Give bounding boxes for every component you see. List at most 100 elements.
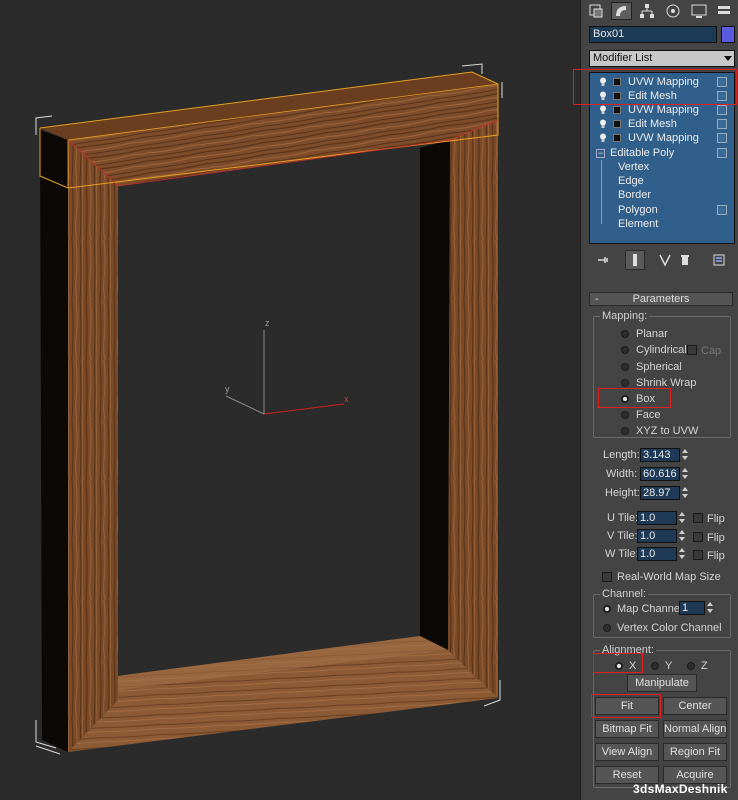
w-flip-label: Flip <box>707 550 725 562</box>
frame-left-stile <box>68 140 118 752</box>
highlight-align-x <box>593 653 643 673</box>
real-world-map-size-label: Real-World Map Size <box>617 571 721 583</box>
stack-item-toggle[interactable] <box>717 105 727 115</box>
sub-object-element[interactable]: Element <box>590 217 734 231</box>
expand-icon <box>613 134 621 142</box>
label-spherical: Spherical <box>636 361 682 373</box>
region-fit-button[interactable]: Region Fit <box>663 743 727 761</box>
label-cylindrical: Cylindrical <box>636 344 687 356</box>
highlight-stack-items <box>573 69 737 105</box>
modify-tab[interactable] <box>610 2 632 20</box>
u-tile-label: U Tile: <box>607 512 639 524</box>
stack-item-editable-poly[interactable]: − Editable Poly <box>590 146 734 160</box>
hierarchy-tab[interactable] <box>637 2 658 20</box>
checkbox-v-flip[interactable] <box>693 532 703 542</box>
expand-icon <box>613 120 621 128</box>
lightbulb-icon <box>600 105 606 114</box>
stack-item-edit-mesh-2[interactable]: Edit Mesh <box>590 117 734 131</box>
sub-object-label: Vertex <box>618 161 650 173</box>
manipulate-button[interactable]: Manipulate <box>627 674 697 692</box>
hierarchy-icon <box>640 4 655 18</box>
frame-left-side-face <box>40 130 68 752</box>
length-field[interactable]: 3.143 <box>640 448 680 462</box>
collapse-icon: - <box>595 293 599 305</box>
checkbox-cap[interactable] <box>687 345 697 355</box>
radio-cylindrical[interactable] <box>621 346 629 354</box>
configure-modifier-sets-button[interactable] <box>709 250 729 270</box>
stack-item-toggle[interactable] <box>717 119 727 129</box>
height-field[interactable]: 28.97 <box>640 486 680 500</box>
modifier-list-dropdown[interactable]: Modifier List <box>589 50 735 67</box>
modify-icon <box>616 6 627 16</box>
utilities-tab[interactable] <box>714 2 735 20</box>
checkbox-real-world-map-size[interactable] <box>602 572 612 582</box>
vertex-color-channel-label: Vertex Color Channel <box>617 622 722 634</box>
show-end-result-icon <box>633 254 637 266</box>
center-button[interactable]: Center <box>663 697 727 715</box>
sub-object-label: Polygon <box>618 204 658 216</box>
highlight-box-option <box>598 388 671 408</box>
checkbox-w-flip[interactable] <box>693 550 703 560</box>
object-name-field[interactable]: Box01 <box>589 26 717 43</box>
length-spinner[interactable] <box>681 448 690 462</box>
perspective-viewport[interactable]: z x y <box>0 0 580 800</box>
radio-align-y[interactable] <box>651 662 659 670</box>
axis-label-z: z <box>265 318 270 328</box>
radio-vertex-color-channel[interactable] <box>603 624 611 632</box>
mapping-group-title: Mapping: <box>600 310 650 322</box>
radio-planar[interactable] <box>621 330 629 338</box>
w-tile-field[interactable]: 1.0 <box>637 547 677 561</box>
remove-modifier-button[interactable] <box>675 250 695 270</box>
frame-right-stile <box>448 120 498 698</box>
display-tab[interactable] <box>688 2 709 20</box>
radio-face[interactable] <box>621 411 629 419</box>
v-tile-spinner[interactable] <box>678 529 687 543</box>
radio-align-z[interactable] <box>687 662 695 670</box>
sub-object-vertex[interactable]: Vertex <box>590 160 734 174</box>
map-channel-label: Map Channel: <box>617 603 686 615</box>
sub-object-polygon[interactable]: Polygon <box>590 203 734 217</box>
height-spinner[interactable] <box>681 486 690 500</box>
make-unique-button[interactable] <box>655 250 675 270</box>
map-channel-spinner[interactable] <box>706 601 715 615</box>
lightbulb-icon <box>600 119 606 128</box>
channel-group-title: Channel: <box>600 588 649 600</box>
w-tile-spinner[interactable] <box>678 547 687 561</box>
sub-object-border[interactable]: Border <box>590 188 734 202</box>
pin-stack-button[interactable] <box>593 250 613 270</box>
label-planar: Planar <box>636 328 668 340</box>
watermark: 3dsMaxDeshnik <box>633 782 728 796</box>
stack-item-uvw-mapping-3[interactable]: UVW Mapping <box>590 131 734 145</box>
map-channel-field[interactable]: 1 <box>679 601 705 615</box>
collapse-icon[interactable]: − <box>596 149 605 158</box>
width-label: Width: <box>606 468 638 480</box>
radio-spherical[interactable] <box>621 363 629 371</box>
object-color-swatch[interactable] <box>721 26 735 43</box>
radio-map-channel[interactable] <box>603 605 611 613</box>
view-align-button[interactable]: View Align <box>595 743 659 761</box>
stack-item-toggle[interactable] <box>717 133 727 143</box>
length-label: Length: <box>603 449 640 461</box>
sub-object-edge[interactable]: Edge <box>590 174 734 188</box>
create-tab[interactable] <box>585 2 606 20</box>
command-panel-tabs <box>585 2 735 20</box>
radio-shrink-wrap[interactable] <box>621 379 629 387</box>
stack-item-toggle[interactable] <box>717 148 727 158</box>
width-spinner[interactable] <box>681 467 690 481</box>
width-field[interactable]: 60.616 <box>640 467 680 481</box>
radio-xyz-to-uvw[interactable] <box>621 427 629 435</box>
checkbox-u-flip[interactable] <box>693 513 703 523</box>
u-tile-field[interactable]: 1.0 <box>637 511 677 525</box>
stack-item-toggle[interactable] <box>717 205 727 215</box>
motion-tab[interactable] <box>662 2 683 20</box>
u-tile-spinner[interactable] <box>678 511 687 525</box>
show-end-result-button[interactable] <box>625 250 645 270</box>
v-tile-field[interactable]: 1.0 <box>637 529 677 543</box>
bitmap-fit-button[interactable]: Bitmap Fit <box>595 720 659 738</box>
normal-align-button[interactable]: Normal Align <box>663 720 727 738</box>
frame-right-inner-face <box>420 140 450 650</box>
parameters-rollout-header[interactable]: - Parameters <box>589 292 733 306</box>
viewport-canvas: z x y <box>35 63 503 755</box>
pin-icon <box>598 257 608 263</box>
stack-item-uvw-mapping-2[interactable]: UVW Mapping <box>590 103 734 117</box>
